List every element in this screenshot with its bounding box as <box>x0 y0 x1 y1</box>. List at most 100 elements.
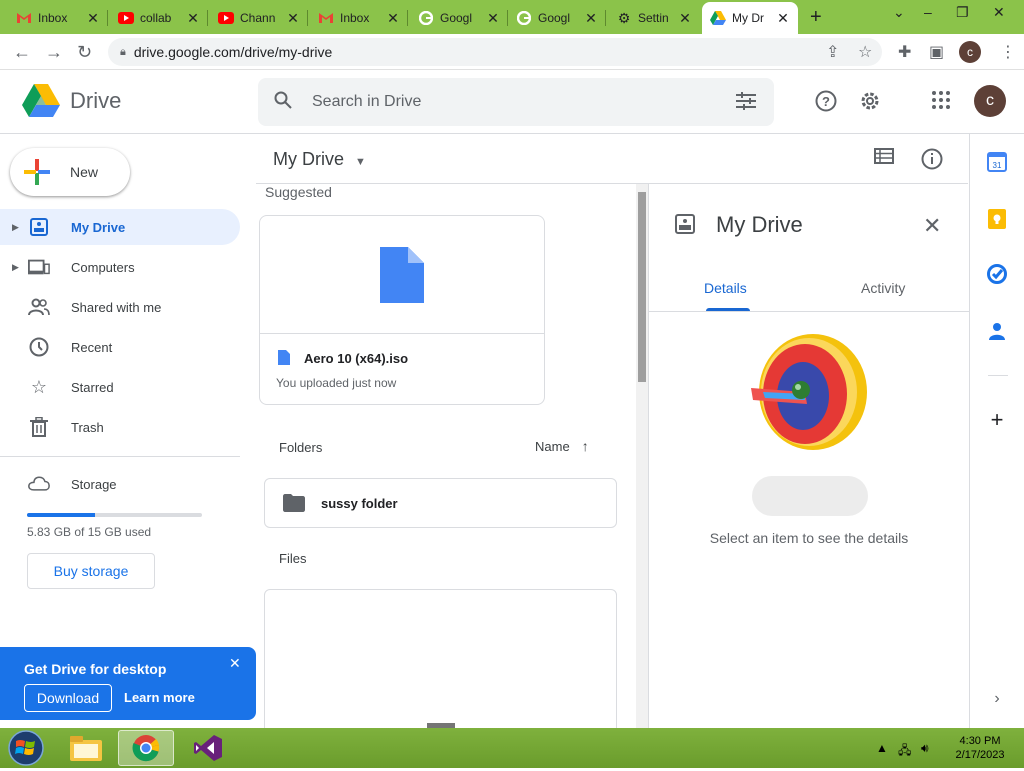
search-options-icon[interactable] <box>736 92 756 115</box>
computers-icon <box>28 256 50 278</box>
close-tab-icon[interactable]: ✕ <box>86 10 100 27</box>
storage-used-text: 5.83 GB of 15 GB used <box>27 525 152 539</box>
scrollbar-thumb[interactable] <box>638 192 646 382</box>
sidebar-item-storage[interactable]: Storage <box>0 466 240 502</box>
close-tab-icon[interactable]: ✕ <box>678 10 692 27</box>
sort-by-name-button[interactable]: Name ↑ <box>535 438 589 454</box>
lock-icon[interactable]: 🔒︎ <box>120 46 126 59</box>
close-tab-icon[interactable]: ✕ <box>286 10 300 27</box>
download-button[interactable]: Download <box>24 684 112 712</box>
side-panel-icon[interactable]: ▣ <box>929 42 944 62</box>
volume-icon[interactable]: 🔊︎ <box>921 741 929 756</box>
taskbar-visual-studio[interactable] <box>180 730 236 766</box>
tasks-icon[interactable] <box>987 264 1007 284</box>
empty-details-message: Select an item to see the details <box>709 530 909 546</box>
svg-text:?: ? <box>822 94 830 109</box>
expand-arrow-icon[interactable]: ▶ <box>12 222 19 233</box>
browser-tab-active[interactable]: My Dr ✕ <box>702 2 798 34</box>
new-button[interactable]: New <box>10 148 130 196</box>
address-bar[interactable]: 🔒︎ drive.google.com/drive/my-drive <box>108 38 882 66</box>
close-tab-icon[interactable]: ✕ <box>584 10 598 27</box>
support-icon[interactable]: ? <box>815 90 837 118</box>
sidebar-item-computers[interactable]: ▶ Computers <box>0 249 240 285</box>
close-tab-icon[interactable]: ✕ <box>776 10 790 27</box>
taskbar-file-explorer[interactable] <box>58 730 114 766</box>
close-tab-icon[interactable]: ✕ <box>486 10 500 27</box>
details-panel: My Drive ✕ Details Activity Select an it… <box>648 184 969 728</box>
sidebar-item-my-drive[interactable]: ▶ My Drive <box>0 209 240 245</box>
contacts-icon[interactable] <box>987 321 1007 341</box>
calendar-icon[interactable]: 31 <box>987 152 1007 172</box>
show-hidden-icons-icon[interactable]: ▲ <box>876 741 888 755</box>
folder-item[interactable]: sussy folder <box>264 478 617 528</box>
search-icon[interactable] <box>274 91 292 114</box>
extensions-icon[interactable]: ✚ <box>898 42 911 62</box>
sidebar-item-recent[interactable]: Recent <box>0 329 240 365</box>
browser-tab[interactable]: Inbox ✕ <box>8 4 108 32</box>
page-title-dropdown[interactable]: My Drive ▼ <box>273 149 366 170</box>
file-name: Aero 10 (x64).iso <box>304 351 409 366</box>
chevron-right-icon[interactable]: › <box>987 689 1007 709</box>
tab-title: Inbox <box>340 11 370 25</box>
expand-arrow-icon[interactable]: ▶ <box>12 262 19 273</box>
apps-grid-icon[interactable] <box>931 90 951 116</box>
tab-search-icon[interactable]: ⌄ <box>893 4 905 21</box>
info-icon[interactable] <box>921 148 943 175</box>
browser-tab[interactable]: ⚙ Settin ✕ <box>608 4 700 32</box>
tab-activity[interactable]: Activity <box>861 280 905 296</box>
suggested-heading: Suggested <box>265 184 332 200</box>
files-heading: Files <box>279 551 307 566</box>
reload-icon[interactable]: ↻ <box>77 42 92 63</box>
plus-icon <box>24 159 50 185</box>
tab-title: Inbox <box>38 11 68 25</box>
menu-kebab-icon[interactable]: ⋮ <box>1000 42 1016 62</box>
browser-tab[interactable]: Chann ✕ <box>210 4 308 32</box>
folder-icon <box>283 494 305 512</box>
share-icon[interactable]: ⇪ <box>826 42 839 62</box>
sidebar-item-trash[interactable]: Trash <box>0 409 240 445</box>
settings-icon: ⚙ <box>617 9 631 26</box>
start-button[interactable] <box>6 730 46 766</box>
browser-tab[interactable]: Googl ✕ <box>410 4 508 32</box>
sidebar-item-label: Trash <box>71 419 104 435</box>
search-bar[interactable]: Search in Drive <box>258 78 774 126</box>
browser-profile-avatar[interactable]: c <box>959 41 981 63</box>
account-avatar[interactable]: c <box>974 85 1006 117</box>
system-clock[interactable]: 4:30 PM 2/17/2023 <box>950 734 1010 762</box>
close-icon[interactable]: ✕ <box>229 655 241 672</box>
add-addon-icon[interactable]: + <box>987 407 1007 432</box>
taskbar-chrome[interactable] <box>118 730 174 766</box>
sidebar-item-shared-with-me[interactable]: Shared with me <box>0 289 240 325</box>
close-tab-icon[interactable]: ✕ <box>386 10 400 27</box>
learn-more-link[interactable]: Learn more <box>124 690 195 705</box>
new-tab-button[interactable]: + <box>810 6 822 29</box>
main-header: My Drive ▼ <box>256 134 968 184</box>
close-tab-icon[interactable]: ✕ <box>186 10 200 27</box>
browser-tab[interactable]: Inbox ✕ <box>310 4 408 32</box>
sidebar-item-starred[interactable]: ☆ Starred <box>0 369 240 405</box>
back-icon[interactable]: ← <box>13 42 31 63</box>
minimize-button[interactable]: – <box>924 4 932 20</box>
browser-tab[interactable]: Googl ✕ <box>508 4 606 32</box>
suggested-file-card[interactable]: Aero 10 (x64).iso You uploaded just now <box>259 215 545 405</box>
browser-tab[interactable]: collab ✕ <box>110 4 208 32</box>
file-card[interactable] <box>264 589 617 728</box>
forward-icon[interactable]: → <box>45 42 63 63</box>
settings-gear-icon[interactable] <box>859 90 881 118</box>
network-icon[interactable]: 🖧︎ <box>898 741 911 762</box>
close-window-button[interactable]: ✕ <box>993 4 1005 21</box>
tab-title: My Dr <box>732 11 764 25</box>
buy-storage-button[interactable]: Buy storage <box>27 553 155 589</box>
drive-logo[interactable]: Drive <box>22 84 121 118</box>
bookmark-star-icon[interactable]: ☆ <box>858 42 872 62</box>
sidebar-divider <box>0 456 240 457</box>
close-details-icon[interactable]: ✕ <box>923 213 941 239</box>
youtube-icon <box>218 10 234 26</box>
tab-details[interactable]: Details <box>704 280 747 296</box>
document-icon <box>380 246 424 303</box>
google-icon <box>418 10 434 26</box>
restore-button[interactable]: ❐ <box>956 4 969 21</box>
search-input[interactable]: Search in Drive <box>312 93 421 111</box>
list-view-icon[interactable] <box>874 148 894 169</box>
keep-icon[interactable] <box>987 209 1007 229</box>
